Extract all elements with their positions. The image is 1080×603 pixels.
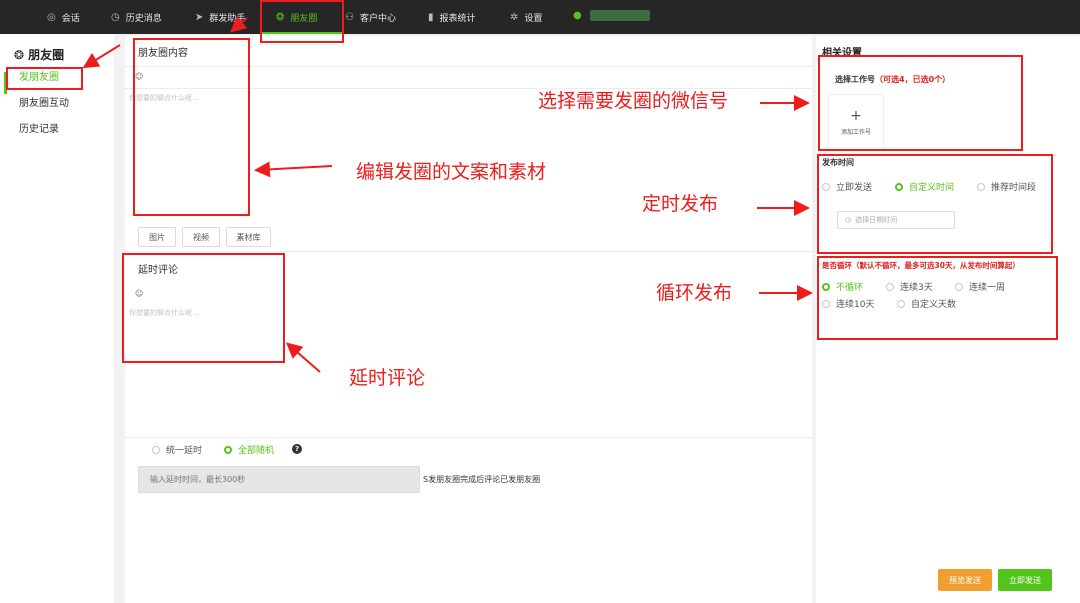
annotation-edit-content: 编辑发圈的文案和素材 xyxy=(356,161,547,183)
material-library-button[interactable]: 素材库 xyxy=(226,227,271,247)
top-nav: ◎ 会话 ◷ 历史消息 ➤ 群发助手 ❂ 朋友圈 ⚇ 客户中心 ▮ 报表统计 ✲… xyxy=(0,0,1080,34)
nav-item-label: 群发助手 xyxy=(209,13,246,24)
app-window: ◎ 会话 ◷ 历史消息 ➤ 群发助手 ❂ 朋友圈 ⚇ 客户中心 ▮ 报表统计 ✲… xyxy=(0,0,1080,603)
username-redacted xyxy=(589,10,650,21)
sidebar-title: ❂ 朋友圈 xyxy=(14,46,64,63)
help-icon[interactable]: ? xyxy=(292,444,302,454)
annotation-box-comment xyxy=(122,253,285,363)
nav-item-settings[interactable]: ✲ 设置 xyxy=(510,0,542,34)
radio-dot xyxy=(152,445,160,454)
annotation-delay-comment: 延时评论 xyxy=(349,367,426,389)
nav-item-label: 设置 xyxy=(524,13,543,24)
annotation-box-content xyxy=(133,38,250,216)
nav-item-broadcast[interactable]: ➤ 群发助手 xyxy=(195,0,245,34)
sidebar: ❂ 朋友圈 发朋友圈 朋友圈互动 历史记录 xyxy=(0,34,114,603)
person-icon: ● xyxy=(573,10,582,21)
nav-item-label: 会话 xyxy=(61,13,80,24)
nav-item-label: 客户中心 xyxy=(359,13,396,24)
radio-all-random[interactable]: 全部随机 xyxy=(224,443,274,456)
send-now-button[interactable]: 立即发送 xyxy=(998,569,1052,591)
divider xyxy=(125,251,812,252)
delay-time-input[interactable] xyxy=(138,466,420,493)
annotation-box-moments-tab xyxy=(260,0,344,43)
radio-label: 统一延时 xyxy=(166,446,203,456)
user-menu[interactable]: ● xyxy=(573,10,650,21)
nav-item-customers[interactable]: ⚇ 客户中心 xyxy=(345,0,396,34)
gear-icon: ✲ xyxy=(510,11,519,23)
radio-uniform-delay[interactable]: 统一延时 xyxy=(152,443,202,456)
send-icon: ➤ xyxy=(195,11,204,23)
annotation-box-account xyxy=(818,55,1023,151)
moments-icon: ❂ xyxy=(14,47,25,62)
video-button[interactable]: 视频 xyxy=(182,227,220,247)
bar-chart-icon: ▮ xyxy=(428,11,434,23)
chat-icon: ◎ xyxy=(47,11,56,23)
annotation-box-post-moments xyxy=(6,67,83,90)
annotation-loop: 循环发布 xyxy=(656,282,733,304)
nav-item-reports[interactable]: ▮ 报表统计 xyxy=(428,0,476,34)
annotation-box-schedule xyxy=(817,154,1053,254)
annotation-select-account: 选择需要发圈的微信号 xyxy=(538,90,729,112)
clock-icon: ◷ xyxy=(111,11,120,23)
radio-label: 全部随机 xyxy=(238,446,275,456)
sidebar-title-label: 朋友圈 xyxy=(28,48,65,62)
nav-item-chat[interactable]: ◎ 会话 xyxy=(47,0,80,34)
annotation-box-loop xyxy=(817,256,1058,340)
nav-item-label: 报表统计 xyxy=(439,13,476,24)
sidebar-item-history[interactable]: 历史记录 xyxy=(0,119,114,141)
nav-item-history[interactable]: ◷ 历史消息 xyxy=(111,0,162,34)
user-icon: ⚇ xyxy=(345,11,354,23)
sidebar-item-moments-interaction[interactable]: 朋友圈互动 xyxy=(0,93,114,115)
radio-dot xyxy=(224,445,232,454)
preview-send-button[interactable]: 预览发送 xyxy=(938,569,992,591)
delay-note: S发朋友圈完成后评论已发朋友圈 xyxy=(423,475,541,484)
annotation-scheduled: 定时发布 xyxy=(642,193,719,215)
nav-item-label: 历史消息 xyxy=(125,13,162,24)
divider xyxy=(125,437,812,438)
image-button[interactable]: 图片 xyxy=(138,227,176,247)
